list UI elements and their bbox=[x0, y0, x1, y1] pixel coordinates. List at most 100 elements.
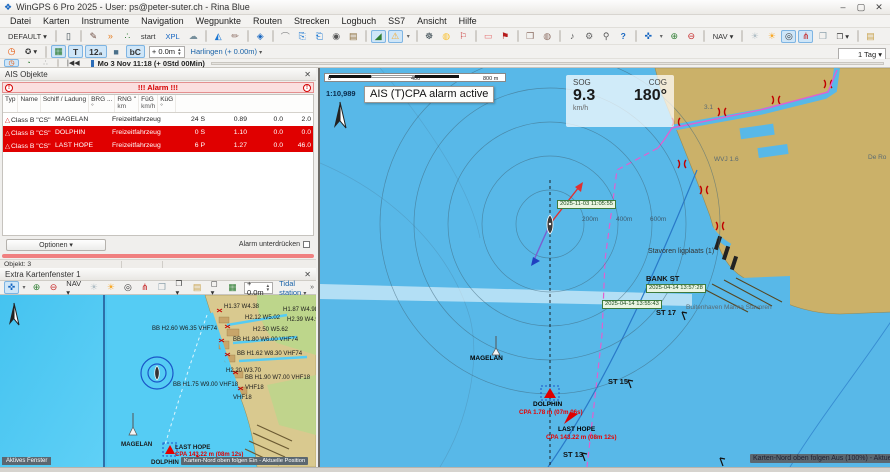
route-edit-icon[interactable]: ✎ bbox=[86, 30, 101, 43]
bulb-on-icon[interactable]: ☀ bbox=[764, 30, 779, 43]
area-icon[interactable]: ▭ bbox=[481, 30, 496, 43]
tools-icon[interactable]: ⚙ bbox=[582, 30, 597, 43]
pan-caret[interactable]: ▾ bbox=[21, 281, 27, 294]
waypoint-diamond-icon[interactable]: ◈ bbox=[253, 30, 268, 43]
nav-mode-select[interactable]: NAV ▾ bbox=[63, 281, 84, 294]
main-map-canvas[interactable]: 0 400 800 m SOG 9.3 km/h COG 180° 1:10,9… bbox=[318, 68, 890, 467]
menu-item[interactable]: Datei bbox=[4, 16, 37, 26]
weather-icon[interactable]: ☁ bbox=[186, 30, 201, 43]
toolbar-button[interactable] bbox=[741, 30, 743, 42]
toolbar-button[interactable] bbox=[55, 30, 57, 42]
toolbar-button[interactable] bbox=[205, 30, 207, 42]
toolbar-button[interactable] bbox=[80, 30, 82, 42]
secondary-map-pane[interactable]: Aktives Fenster bbox=[0, 295, 105, 467]
chart-borders-button[interactable]: ▦ bbox=[225, 281, 240, 294]
layout-select[interactable]: ❒ ▾ bbox=[832, 30, 853, 43]
bulb-off-icon[interactable]: ☀ bbox=[86, 281, 101, 294]
route-follow-icon[interactable]: » bbox=[103, 30, 118, 43]
time-toggle[interactable]: ◷ bbox=[4, 59, 19, 67]
vane-icon[interactable]: ⚐ bbox=[456, 30, 471, 43]
menu-item[interactable]: Wegpunkte bbox=[190, 16, 247, 26]
toolbar-button[interactable] bbox=[365, 30, 367, 42]
toolbar-button[interactable] bbox=[475, 30, 477, 42]
rewind-button[interactable]: |◀◀ bbox=[63, 59, 84, 67]
flag-icon[interactable]: ⚑ bbox=[498, 30, 513, 43]
column-header[interactable]: FüGkm/h bbox=[139, 95, 158, 112]
maximize-button[interactable]: ▢ bbox=[852, 0, 870, 14]
close-icon[interactable]: ✕ bbox=[304, 70, 311, 79]
minimize-button[interactable]: – bbox=[834, 0, 852, 14]
column-header[interactable]: Schiff / Ladung bbox=[41, 95, 89, 112]
dividers-icon[interactable]: ✏ bbox=[228, 30, 243, 43]
water-level-spinner[interactable]: + 0.0m ▲▼ bbox=[244, 282, 273, 294]
start-route-button[interactable]: start bbox=[137, 30, 160, 43]
column-header[interactable]: KüG° bbox=[158, 95, 176, 112]
extra-map-canvas[interactable]: H1.37 W4.38H1.87 W4.98H2.12 W5.02H2.39 W… bbox=[107, 295, 316, 467]
center-target-button[interactable]: ◎ bbox=[120, 281, 135, 294]
center-target-toggle[interactable]: ◎ bbox=[781, 30, 796, 43]
timeline-slider[interactable] bbox=[211, 62, 884, 65]
ais-table-row[interactable]: △Class B "CS" MAGELAN Freizeitfahrzeug 2… bbox=[3, 113, 313, 126]
help-icon[interactable]: ? bbox=[616, 30, 631, 43]
spinner-arrows-icon[interactable]: ▲▼ bbox=[177, 48, 181, 55]
sound-icon[interactable]: ♪ bbox=[565, 30, 580, 43]
toolbar-button[interactable] bbox=[635, 30, 637, 42]
water-level-spinner[interactable]: + 0.0m ▲▼ bbox=[149, 46, 185, 58]
timeline-marker[interactable] bbox=[91, 60, 94, 67]
profile-select[interactable]: DEFAULT ▾ bbox=[4, 30, 51, 43]
network-toggle[interactable]: ⋔ bbox=[798, 30, 813, 43]
toolbar-button[interactable] bbox=[416, 30, 418, 42]
depth-numbers-toggle[interactable]: 12₈ bbox=[85, 45, 106, 58]
menu-item[interactable]: Logbuch bbox=[336, 16, 383, 26]
pip-window-button[interactable]: ❐ bbox=[154, 281, 169, 294]
chart-manager-icon[interactable]: ▤ bbox=[863, 30, 878, 43]
chart-borders-toggle[interactable]: ▦ bbox=[51, 45, 66, 58]
toolbar-button[interactable] bbox=[45, 46, 47, 58]
ais-table-row[interactable]: △Class B "CS" LAST HOPE Freizeitfahrzeug… bbox=[3, 139, 313, 152]
menu-item[interactable]: Routen bbox=[247, 16, 288, 26]
layout-select[interactable]: ❒ ▾ bbox=[171, 281, 187, 294]
column-header[interactable]: RNG ''km bbox=[115, 95, 139, 112]
pan-caret[interactable]: ▾ bbox=[658, 30, 665, 43]
options-button[interactable]: Optionen ▾ bbox=[6, 239, 106, 251]
steering-icon[interactable]: ☸ bbox=[422, 30, 437, 43]
chart-folder-button[interactable]: ▤ bbox=[190, 281, 205, 294]
zoom-in-button[interactable]: ⊕ bbox=[29, 281, 44, 294]
network-button[interactable]: ⋔ bbox=[137, 281, 152, 294]
toolbar-button[interactable] bbox=[517, 30, 519, 42]
menu-item[interactable]: Ansicht bbox=[411, 16, 453, 26]
chart-upload-icon[interactable]: ◭ bbox=[211, 30, 226, 43]
toolbar-button[interactable] bbox=[57, 59, 59, 67]
traffic-light-icon[interactable]: ◍ bbox=[439, 30, 454, 43]
tide-station-select[interactable]: Tidal station ▾ bbox=[276, 279, 310, 297]
globe-icon[interactable]: ◍ bbox=[540, 30, 555, 43]
column-header[interactable]: BRG ...° bbox=[89, 95, 115, 112]
toolbar-button[interactable] bbox=[857, 30, 859, 42]
tide-station-select[interactable]: Harlingen (+ 0.00m) ▾ bbox=[188, 47, 266, 56]
pan-mode-icon[interactable]: ✜ bbox=[641, 30, 656, 43]
copy-icon[interactable]: ⎘ bbox=[295, 30, 310, 43]
spinner-arrows-icon[interactable]: ▲▼ bbox=[266, 284, 270, 291]
compass-select[interactable]: ✪ ▾ bbox=[21, 45, 41, 58]
column-header[interactable]: Typ bbox=[3, 95, 18, 112]
pan-mode-button[interactable]: ✜ bbox=[4, 281, 19, 294]
chart-category-toggle[interactable]: bC bbox=[126, 45, 145, 58]
nav-mode-select[interactable]: NAV ▾ bbox=[709, 30, 738, 43]
deep-water-toggle[interactable]: ■ bbox=[109, 45, 124, 58]
chart-route-toggle[interactable]: ◢ bbox=[371, 30, 386, 43]
close-button[interactable]: ✕ bbox=[870, 0, 888, 14]
zoom-out-icon[interactable]: ⊖ bbox=[684, 30, 699, 43]
clock-icon[interactable]: ◷ bbox=[4, 45, 19, 58]
grib-icon[interactable]: ▤ bbox=[346, 30, 361, 43]
search-icon[interactable]: ⚲ bbox=[599, 30, 614, 43]
waypoints-icon[interactable]: ∴ bbox=[120, 30, 135, 43]
ais-table-row[interactable]: △Class B "CS" DOLPHIN Freizeitfahrzeug 0… bbox=[3, 126, 313, 139]
tide-clock-icon[interactable]: ◔ bbox=[21, 59, 36, 67]
lasso-icon[interactable]: ⌒ bbox=[278, 30, 293, 43]
binocular-icon[interactable]: ◉ bbox=[329, 30, 344, 43]
bulb-off-icon[interactable]: ☀ bbox=[747, 30, 762, 43]
toolbar-button[interactable] bbox=[703, 30, 705, 42]
suppress-alarm-checkbox[interactable] bbox=[303, 241, 310, 248]
overflow-button[interactable]: » bbox=[310, 284, 314, 291]
warning-toggle[interactable]: ⚠ bbox=[388, 30, 403, 43]
